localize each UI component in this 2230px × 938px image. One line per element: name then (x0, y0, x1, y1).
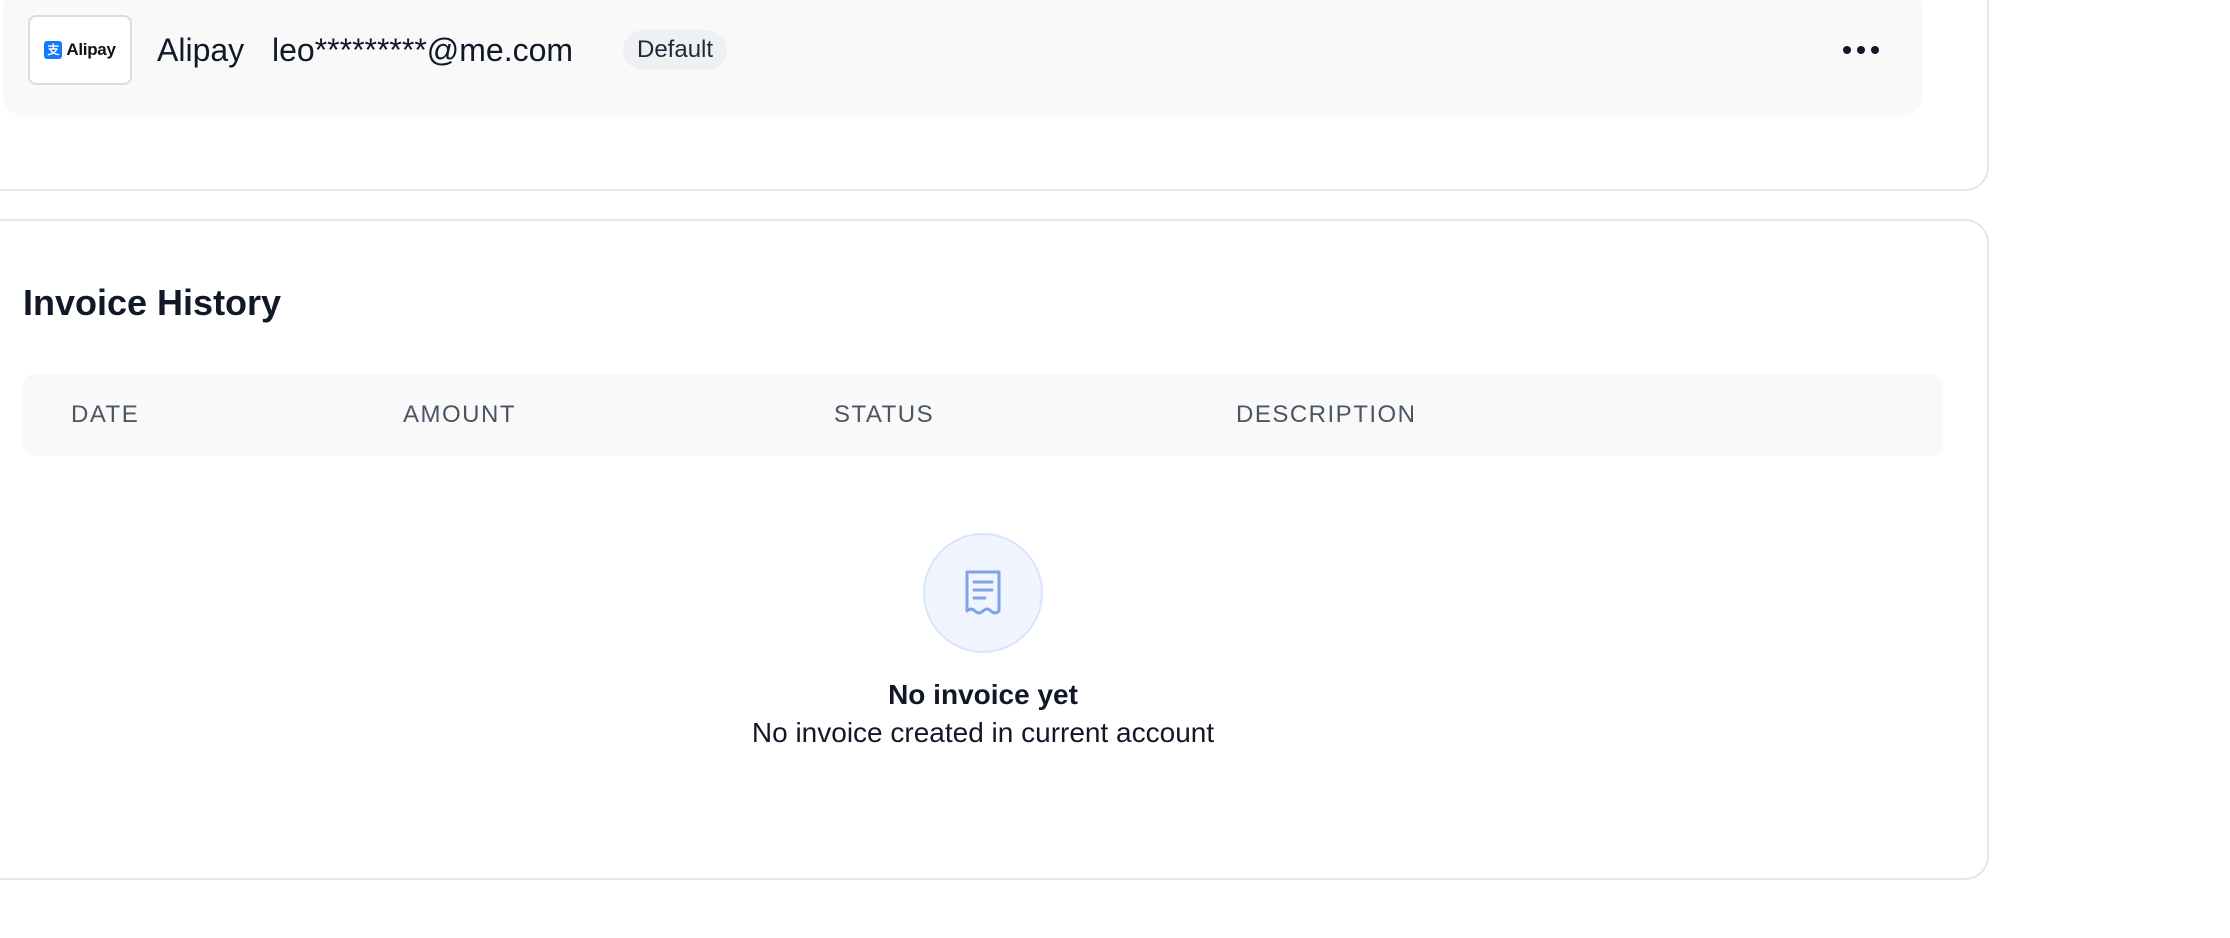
column-header-status: STATUS (834, 401, 935, 428)
invoice-history-card: Invoice History DATE AMOUNT STATUS DESCR… (0, 219, 1989, 880)
alipay-logo-text: Alipay (66, 40, 116, 59)
empty-state-title: No invoice yet (888, 679, 1078, 710)
column-header-date: DATE (71, 401, 140, 428)
column-header-description: DESCRIPTION (1236, 401, 1417, 428)
payment-method-name: Alipay (157, 32, 245, 68)
receipt-icon (923, 533, 1043, 653)
alipay-logo-mark: 支 (44, 41, 63, 59)
payment-methods-card: 支 Alipay Alipay leo*********@me.com Defa… (0, 0, 1989, 191)
default-badge: Default (623, 30, 728, 70)
empty-state-subtitle: No invoice created in current account (751, 717, 1215, 748)
invoice-history-title: Invoice History (23, 282, 282, 323)
column-header-amount: AMOUNT (403, 401, 516, 428)
payment-method-row[interactable]: 支 Alipay Alipay leo*********@me.com Defa… (3, 0, 1923, 116)
more-horizontal-icon[interactable] (1833, 30, 1889, 70)
billing-page: 支 Alipay Alipay leo*********@me.com Defa… (0, 0, 2230, 938)
invoice-table-header: DATE AMOUNT STATUS DESCRIPTION (23, 374, 1943, 456)
alipay-logo: 支 Alipay (28, 15, 132, 85)
payment-method-email: leo*********@me.com (272, 32, 574, 68)
